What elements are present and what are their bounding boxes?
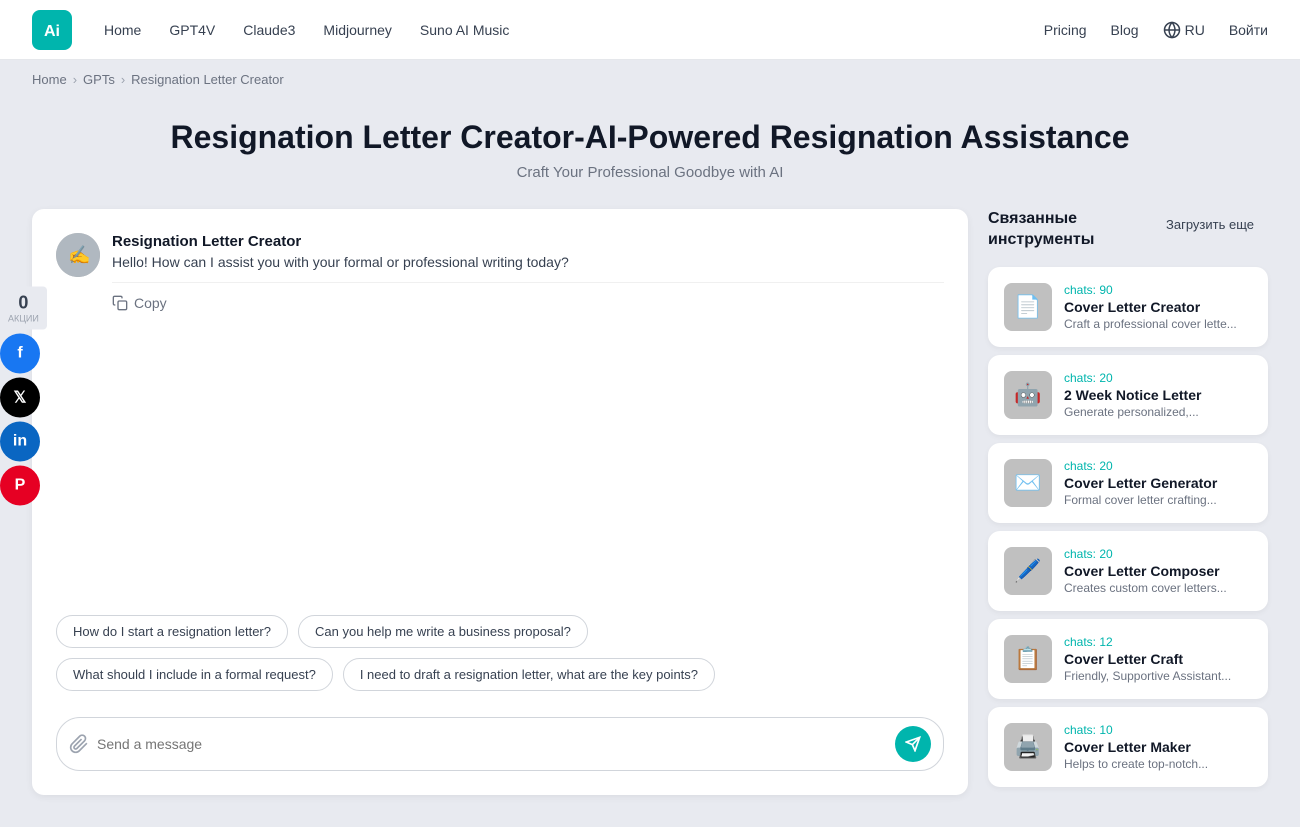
send-button[interactable]: [895, 726, 931, 762]
related-card[interactable]: 📋 chats: 12 Cover Letter Craft Friendly,…: [988, 619, 1268, 699]
suggestion-chip-3[interactable]: What should I include in a formal reques…: [56, 658, 333, 691]
related-thumb-4: 📋: [1004, 635, 1052, 683]
bot-avatar: ✍: [56, 233, 100, 277]
suggestion-chip-4[interactable]: I need to draft a resignation letter, wh…: [343, 658, 715, 691]
related-desc-0: Craft a professional cover lette...: [1064, 317, 1252, 331]
suggestions: How do I start a resignation letter? Can…: [56, 595, 944, 701]
copy-button[interactable]: Copy: [112, 295, 167, 311]
facebook-share-button[interactable]: f: [0, 333, 40, 373]
breadcrumb: Home › GPTs › Resignation Letter Creator: [0, 60, 1300, 99]
page-title: Resignation Letter Creator-AI-Powered Re…: [32, 119, 1268, 156]
nav-midjourney[interactable]: Midjourney: [323, 22, 391, 38]
related-thumb-2: ✉️: [1004, 459, 1052, 507]
pinterest-share-button[interactable]: P: [0, 465, 40, 505]
nav-claude3[interactable]: Claude3: [243, 22, 295, 38]
language-switcher[interactable]: RU: [1163, 21, 1205, 39]
related-card[interactable]: 🤖 chats: 20 2 Week Notice Letter Generat…: [988, 355, 1268, 435]
main-content: ✍ Resignation Letter Creator Hello! How …: [0, 209, 1300, 827]
header-right: Pricing Blog RU Войти: [1044, 21, 1268, 39]
breadcrumb-sep-2: ›: [121, 72, 125, 87]
related-chats-3: chats: 20: [1064, 547, 1252, 561]
suggestion-chip-2[interactable]: Can you help me write a business proposa…: [298, 615, 588, 648]
bot-name: Resignation Letter Creator: [112, 233, 944, 250]
globe-icon: [1163, 21, 1181, 39]
suggestion-row-2: What should I include in a formal reques…: [56, 658, 944, 691]
main-nav: Home GPT4V Claude3 Midjourney Suno AI Mu…: [104, 22, 1044, 38]
breadcrumb-sep-1: ›: [73, 72, 77, 87]
bot-message-content: Resignation Letter Creator Hello! How ca…: [112, 233, 944, 311]
related-thumb-0: 📄: [1004, 283, 1052, 331]
related-thumb-5: 🖨️: [1004, 723, 1052, 771]
input-area: [56, 717, 944, 771]
related-chats-1: chats: 20: [1064, 371, 1252, 385]
social-label: АКЦИИ: [8, 313, 39, 323]
related-cards-container: 📄 chats: 90 Cover Letter Creator Craft a…: [988, 267, 1268, 787]
breadcrumb-current: Resignation Letter Creator: [131, 72, 283, 87]
logo-icon: Ai: [32, 10, 72, 50]
bot-message: ✍ Resignation Letter Creator Hello! How …: [56, 233, 944, 311]
related-desc-4: Friendly, Supportive Assistant...: [1064, 669, 1252, 683]
logo[interactable]: Ai: [32, 10, 72, 50]
related-name-4: Cover Letter Craft: [1064, 651, 1252, 667]
social-count: 0: [8, 292, 39, 313]
suggestion-row-1: How do I start a resignation letter? Can…: [56, 615, 944, 648]
copy-icon: [112, 295, 128, 311]
related-name-5: Cover Letter Maker: [1064, 739, 1252, 755]
related-thumb-1: 🤖: [1004, 371, 1052, 419]
nav-home[interactable]: Home: [104, 22, 141, 38]
related-name-0: Cover Letter Creator: [1064, 299, 1252, 315]
suggestion-chip-1[interactable]: How do I start a resignation letter?: [56, 615, 288, 648]
chat-panel: ✍ Resignation Letter Creator Hello! How …: [32, 209, 968, 795]
nav-gpt4v[interactable]: GPT4V: [169, 22, 215, 38]
related-name-3: Cover Letter Composer: [1064, 563, 1252, 579]
attach-button[interactable]: [69, 734, 89, 754]
sidebar-title: Связанные инструменты: [988, 209, 1152, 251]
related-info-2: chats: 20 Cover Letter Generator Formal …: [1064, 459, 1252, 507]
related-card[interactable]: 🖊️ chats: 20 Cover Letter Composer Creat…: [988, 531, 1268, 611]
social-sidebar: 0 АКЦИИ f 𝕏 in P: [0, 286, 47, 505]
bot-greeting: Hello! How can I assist you with your fo…: [112, 254, 944, 270]
related-desc-2: Formal cover letter crafting...: [1064, 493, 1252, 507]
linkedin-share-button[interactable]: in: [0, 421, 40, 461]
related-chats-0: chats: 90: [1064, 283, 1252, 297]
login-button[interactable]: Войти: [1229, 22, 1268, 38]
related-chats-4: chats: 12: [1064, 635, 1252, 649]
lang-label: RU: [1185, 22, 1205, 38]
page-subtitle: Craft Your Professional Goodbye with AI: [32, 164, 1268, 181]
header: Ai Home GPT4V Claude3 Midjourney Suno AI…: [0, 0, 1300, 60]
svg-text:✍: ✍: [68, 245, 90, 265]
related-info-4: chats: 12 Cover Letter Craft Friendly, S…: [1064, 635, 1252, 683]
related-desc-5: Helps to create top-notch...: [1064, 757, 1252, 771]
related-name-1: 2 Week Notice Letter: [1064, 387, 1252, 403]
svg-text:Ai: Ai: [44, 23, 60, 40]
load-more-button[interactable]: Загрузить еще: [1152, 209, 1268, 240]
related-chats-5: chats: 10: [1064, 723, 1252, 737]
paperclip-icon: [69, 734, 89, 754]
blog-link[interactable]: Blog: [1111, 22, 1139, 38]
page-title-section: Resignation Letter Creator-AI-Powered Re…: [0, 99, 1300, 209]
related-thumb-3: 🖊️: [1004, 547, 1052, 595]
related-name-2: Cover Letter Generator: [1064, 475, 1252, 491]
related-card[interactable]: 🖨️ chats: 10 Cover Letter Maker Helps to…: [988, 707, 1268, 787]
related-info-5: chats: 10 Cover Letter Maker Helps to cr…: [1064, 723, 1252, 771]
nav-suno[interactable]: Suno AI Music: [420, 22, 510, 38]
related-chats-2: chats: 20: [1064, 459, 1252, 473]
breadcrumb-home[interactable]: Home: [32, 72, 67, 87]
pricing-link[interactable]: Pricing: [1044, 22, 1087, 38]
x-share-button[interactable]: 𝕏: [0, 377, 40, 417]
sidebar: Связанные инструменты Загрузить еще 📄 ch…: [988, 209, 1268, 795]
breadcrumb-gpts[interactable]: GPTs: [83, 72, 115, 87]
related-card[interactable]: 📄 chats: 90 Cover Letter Creator Craft a…: [988, 267, 1268, 347]
related-card[interactable]: ✉️ chats: 20 Cover Letter Generator Form…: [988, 443, 1268, 523]
related-info-1: chats: 20 2 Week Notice Letter Generate …: [1064, 371, 1252, 419]
related-desc-3: Creates custom cover letters...: [1064, 581, 1252, 595]
send-icon: [905, 736, 921, 752]
message-input[interactable]: [97, 736, 895, 752]
related-desc-1: Generate personalized,...: [1064, 405, 1252, 419]
sidebar-header: Связанные инструменты Загрузить еще: [988, 209, 1268, 251]
related-info-0: chats: 90 Cover Letter Creator Craft a p…: [1064, 283, 1252, 331]
related-info-3: chats: 20 Cover Letter Composer Creates …: [1064, 547, 1252, 595]
